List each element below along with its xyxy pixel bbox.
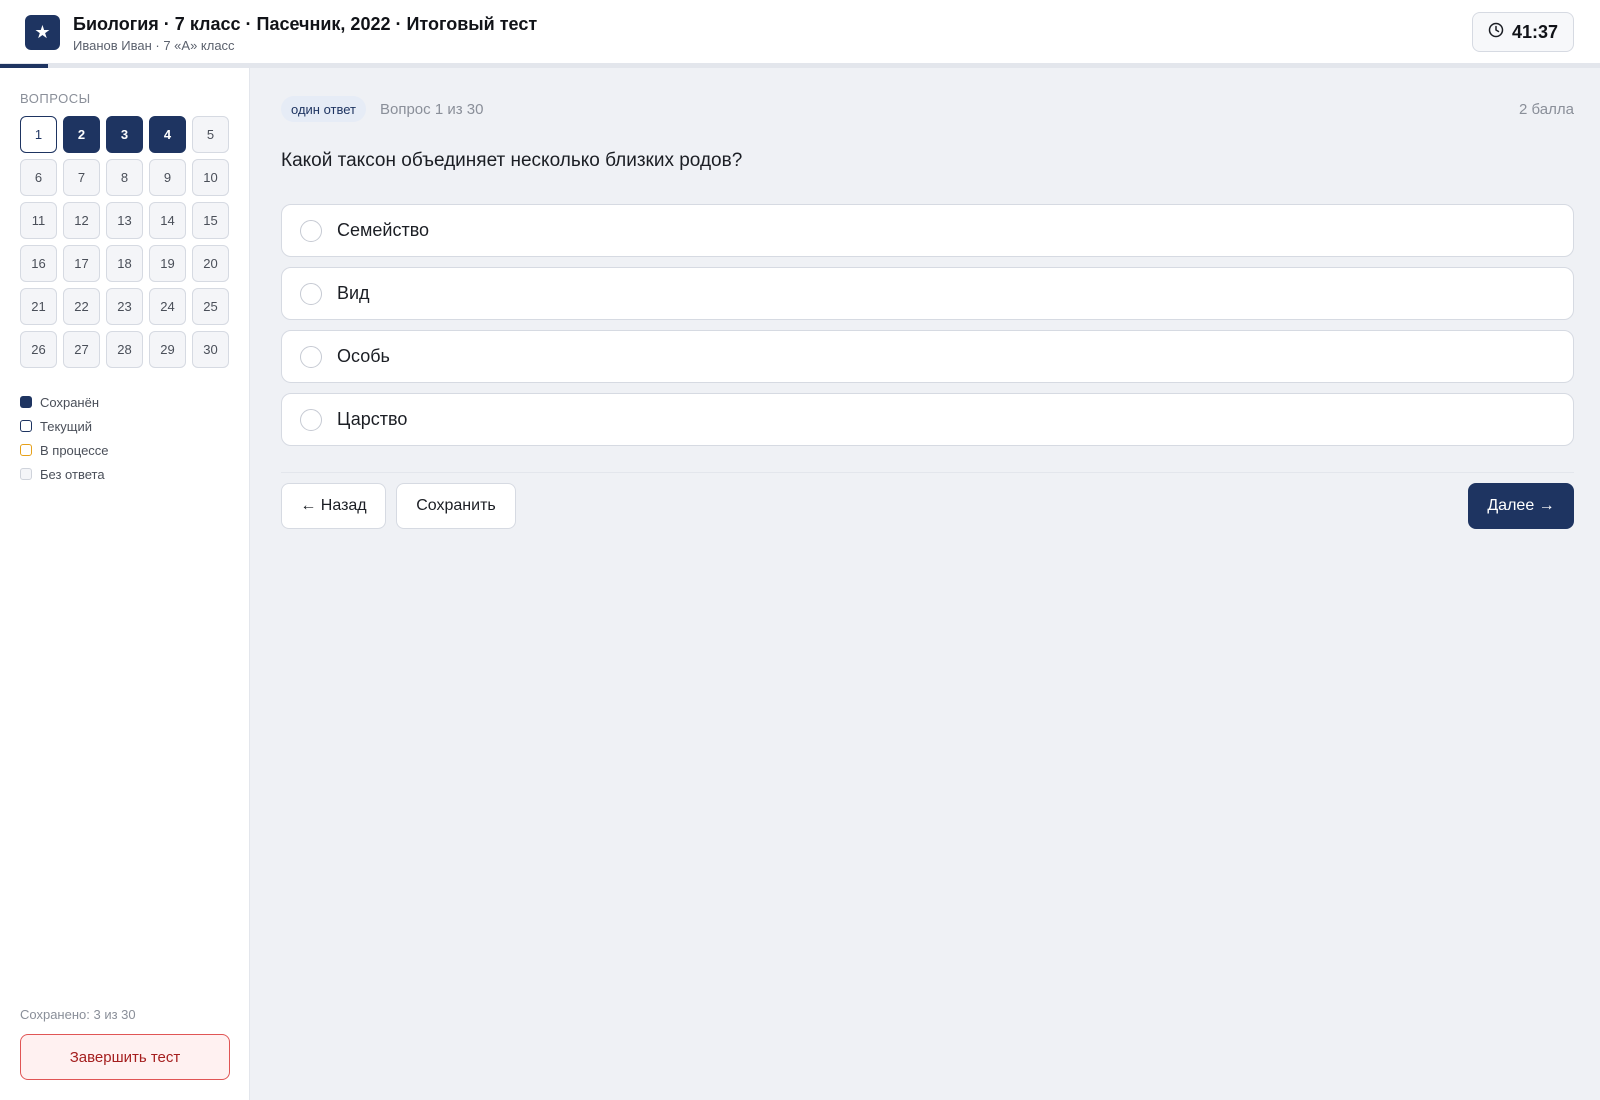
- question-button-19[interactable]: 19: [149, 245, 186, 282]
- timer: 41:37: [1472, 12, 1574, 52]
- question-button-16[interactable]: 16: [20, 245, 57, 282]
- question-button-14[interactable]: 14: [149, 202, 186, 239]
- legend-item-current: Текущий: [20, 414, 109, 438]
- legend-label: Сохранён: [40, 394, 100, 410]
- question-button-2[interactable]: 2: [63, 116, 100, 153]
- question-button-23[interactable]: 23: [106, 288, 143, 325]
- question-button-6[interactable]: 6: [20, 159, 57, 196]
- clock-icon: [1488, 22, 1504, 43]
- question-button-17[interactable]: 17: [63, 245, 100, 282]
- no-answer-swatch: [20, 468, 32, 480]
- question-button-7[interactable]: 7: [63, 159, 100, 196]
- save-button[interactable]: Сохранить: [396, 483, 516, 529]
- sidebar-heading: ВОПРОСЫ: [20, 91, 91, 106]
- radio-button[interactable]: [300, 219, 322, 242]
- legend-item-saved: Сохранён: [20, 390, 109, 414]
- question-button-10[interactable]: 10: [192, 159, 229, 196]
- legend-label: Без ответа: [40, 466, 105, 482]
- answer-option[interactable]: Семейство: [281, 204, 1574, 257]
- finish-test-button[interactable]: Завершить тест: [20, 1034, 230, 1080]
- question-grid: 1 2 3 4 5 6 7 8 9 10 11 12 13 14 15 16 17 18 19 20 21 22 23 24 2…: [20, 116, 229, 368]
- question-button-29[interactable]: 29: [149, 331, 186, 368]
- answer-option[interactable]: Царство: [281, 393, 1574, 446]
- question-button-8[interactable]: 8: [106, 159, 143, 196]
- answer-option[interactable]: Особь: [281, 330, 1574, 383]
- question-points: 2 балла: [1519, 101, 1574, 118]
- question-button-25[interactable]: 25: [192, 288, 229, 325]
- question-button-1[interactable]: 1: [20, 116, 57, 153]
- question-button-22[interactable]: 22: [63, 288, 100, 325]
- radio-button[interactable]: [300, 408, 322, 431]
- student-info: Иванов Иван · 7 «А» класс: [73, 38, 235, 53]
- timer-value: 41:37: [1511, 21, 1559, 42]
- saved-count: Сохранено: 3 из 30: [20, 1007, 136, 1022]
- answer-option[interactable]: Вид: [281, 267, 1574, 320]
- question-button-21[interactable]: 21: [20, 288, 57, 325]
- question-button-12[interactable]: 12: [63, 202, 100, 239]
- question-button-5[interactable]: 5: [192, 116, 229, 153]
- question-button-26[interactable]: 26: [20, 331, 57, 368]
- question-button-27[interactable]: 27: [63, 331, 100, 368]
- question-button-3[interactable]: 3: [106, 116, 143, 153]
- question-button-18[interactable]: 18: [106, 245, 143, 282]
- star-icon: ★: [25, 15, 60, 50]
- legend-label: В процессе: [40, 442, 109, 458]
- radio-button[interactable]: [300, 345, 322, 368]
- option-label: Вид: [337, 283, 370, 303]
- divider: [281, 472, 1574, 473]
- question-button-30[interactable]: 30: [192, 331, 229, 368]
- question-button-15[interactable]: 15: [192, 202, 229, 239]
- legend-label: Текущий: [40, 418, 92, 434]
- radio-button[interactable]: [300, 282, 322, 305]
- answer-options: Семейство Вид Особь Царство: [281, 204, 1574, 456]
- answer-type-badge: один ответ: [281, 96, 366, 122]
- option-label: Семейство: [337, 220, 430, 240]
- top-header: ★ Биология · 7 класс · Пасечник, 2022 · …: [0, 0, 1600, 64]
- saved-swatch: [20, 396, 32, 408]
- option-label: Особь: [337, 346, 390, 366]
- legend-item-no-answer: Без ответа: [20, 462, 109, 486]
- question-text: Какой таксон объединяет несколько близки…: [281, 150, 743, 171]
- question-button-24[interactable]: 24: [149, 288, 186, 325]
- next-button[interactable]: Далее →: [1468, 483, 1574, 529]
- question-button-28[interactable]: 28: [106, 331, 143, 368]
- option-label: Царство: [337, 409, 408, 429]
- legend: Сохранён Текущий В процессе Без ответа: [20, 390, 109, 486]
- test-title: Биология · 7 класс · Пасечник, 2022 · Ит…: [73, 14, 538, 34]
- question-counter: Вопрос 1 из 30: [380, 101, 484, 118]
- current-swatch: [20, 420, 32, 432]
- question-button-9[interactable]: 9: [149, 159, 186, 196]
- legend-item-in-progress: В процессе: [20, 438, 109, 462]
- question-sidebar: ВОПРОСЫ 1 2 3 4 5 6 7 8 9 10 11 12 13 14 15 16 17 18 19 20 2…: [0, 68, 250, 1100]
- back-button[interactable]: ← Назад: [281, 483, 386, 529]
- question-button-11[interactable]: 11: [20, 202, 57, 239]
- question-button-13[interactable]: 13: [106, 202, 143, 239]
- in-progress-swatch: [20, 444, 32, 456]
- question-button-4[interactable]: 4: [149, 116, 186, 153]
- question-button-20[interactable]: 20: [192, 245, 229, 282]
